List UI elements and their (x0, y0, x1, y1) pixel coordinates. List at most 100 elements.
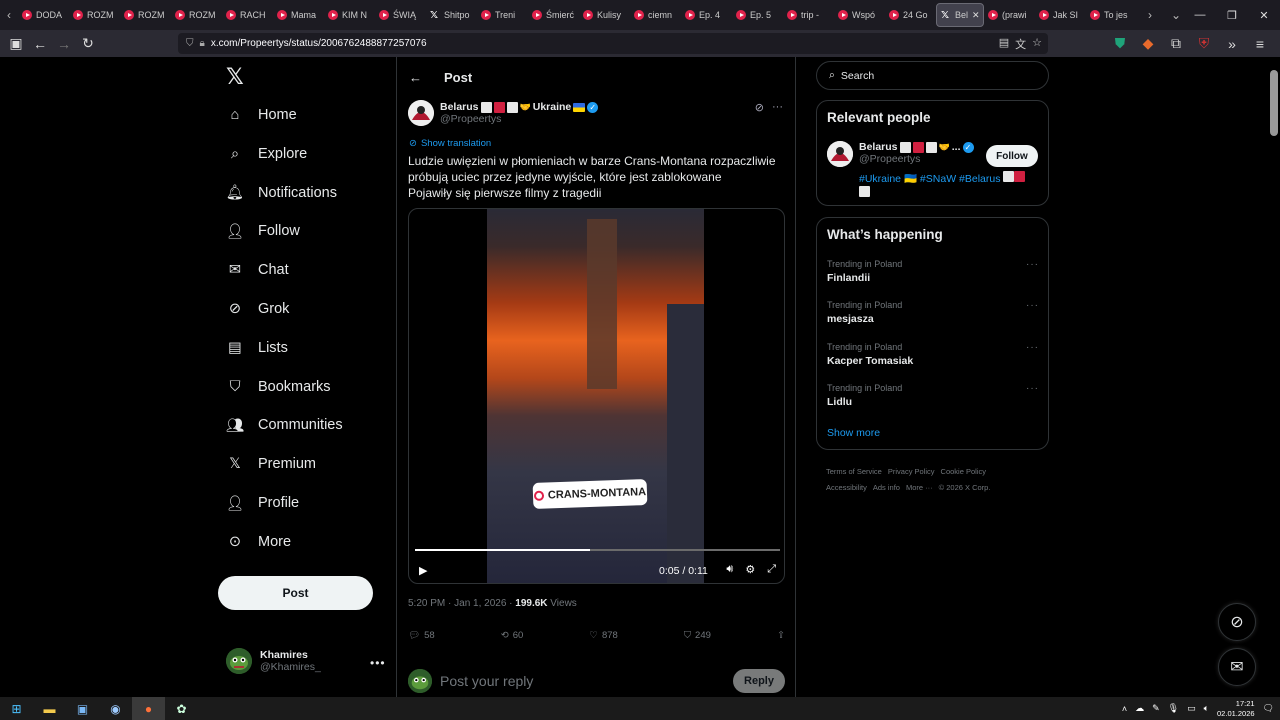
footer-link[interactable]: Cookie Policy (941, 467, 986, 476)
tab-list-chevron-down-icon[interactable]: ⌄ (1167, 0, 1185, 30)
browser-tab[interactable]: Wspó (834, 3, 885, 27)
footer-link[interactable]: Terms of Service (826, 467, 882, 476)
author-handle[interactable]: @Propeertys (440, 113, 598, 125)
fox-extension-icon[interactable]: ◆ (1136, 32, 1160, 56)
scrollbar[interactable] (1268, 57, 1280, 697)
post-button[interactable]: Post (218, 576, 373, 610)
browser-tab[interactable]: Treni (477, 3, 528, 27)
scrollbar-thumb[interactable] (1270, 70, 1278, 136)
shield-icon[interactable]: ⛉ (186, 38, 194, 49)
trend-item[interactable]: Trending in Poland Lidlu ··· (827, 383, 1039, 408)
nav-item-chat[interactable]: ✉ Chat (226, 256, 289, 284)
x-logo-icon[interactable]: 𝕏 (226, 64, 246, 89)
back-icon[interactable]: ← (28, 32, 52, 56)
browser-tab[interactable]: 24 Go (885, 3, 936, 27)
follow-button[interactable]: Follow (986, 145, 1038, 167)
overflow-chevron-icon[interactable]: » (1220, 32, 1244, 56)
windows-start-icon[interactable]: ⊞ (0, 697, 33, 720)
play-icon[interactable]: ▶ (419, 564, 431, 578)
menu-hamburger-icon[interactable]: ≡ (1248, 32, 1272, 56)
relevant-bio-text[interactable]: #Ukraine 🇺🇦 #SNaW #Belarus (859, 173, 1000, 185)
network-icon[interactable]: ▭ (1187, 703, 1196, 714)
ublock-extension-icon[interactable]: ⛨ (1192, 32, 1216, 56)
video-player[interactable]: CRANS-MONTANA ▶ 0:05 / 0:11 🔊︎ ⚙ ⤢ (408, 208, 785, 584)
minimize-icon[interactable]: — (1184, 0, 1216, 30)
extensions-puzzle-icon[interactable]: ⧉ (1164, 32, 1188, 56)
trend-more-icon[interactable]: ··· (1026, 300, 1039, 311)
reload-icon[interactable]: ↻ (76, 32, 100, 56)
computer-icon[interactable]: ▣ (66, 697, 99, 720)
close-window-icon[interactable]: ✕ (1248, 0, 1280, 30)
relevant-person-name[interactable]: Belarus 🤝 ... ✓ (859, 141, 974, 153)
post-timestamp[interactable]: 5:20 PM · Jan 1, 2026 · (408, 598, 515, 609)
reader-view-icon[interactable]: ▤ (999, 36, 1009, 52)
clock[interactable]: 17:21 02.01.2026 (1217, 699, 1255, 719)
author-avatar[interactable] (408, 100, 434, 126)
footer-link[interactable]: © 2026 X Corp. (939, 483, 991, 492)
grok-explain-icon[interactable]: ⊘ (755, 101, 764, 114)
tray-chevron-up-icon[interactable]: ˄ (1122, 704, 1127, 714)
address-bar[interactable]: ⛉ 🔒︎ x.com/Propeertys/status/20067624888… (178, 33, 1048, 54)
steam-icon[interactable]: ◉ (99, 697, 132, 720)
trend-item[interactable]: Trending in Poland mesjasza ··· (827, 300, 1039, 325)
footer-link[interactable]: Ads info (873, 483, 900, 492)
reply-action[interactable]: 💬︎ 58 (408, 630, 435, 641)
microphone-icon[interactable]: 🎙︎ (1168, 703, 1179, 714)
back-arrow-icon[interactable]: ← (409, 70, 422, 85)
volume-icon[interactable]: 🔊︎ (726, 563, 733, 576)
nav-item-profile[interactable]: 👤︎ Profile (226, 489, 299, 517)
trend-more-icon[interactable]: ··· (1026, 383, 1039, 394)
browser-tab[interactable]: Jak SI (1035, 3, 1086, 27)
pen-icon[interactable]: ✎ (1152, 703, 1160, 714)
tab-close-icon[interactable]: ✕ (972, 10, 980, 21)
nav-item-notifications[interactable]: 🔔︎ Notifications (226, 179, 337, 207)
browser-tab[interactable]: Ep. 5 (732, 3, 783, 27)
nav-item-more[interactable]: ⊙ More (226, 528, 291, 556)
trend-item[interactable]: Trending in Poland Kacper Tomasiak ··· (827, 342, 1039, 367)
trend-more-icon[interactable]: ··· (1026, 342, 1039, 353)
avatar[interactable] (827, 141, 853, 167)
browser-tab[interactable]: ROZM (120, 3, 171, 27)
cloud-icon[interactable]: ☁ (1135, 703, 1144, 714)
browser-tab[interactable]: DODA (18, 3, 69, 27)
relevant-person-handle[interactable]: @Propeertys (859, 153, 974, 165)
browser-tab[interactable]: Kulisy (579, 3, 630, 27)
post-more-icon[interactable]: ··· (772, 101, 783, 114)
browser-tab[interactable]: trip - (783, 3, 834, 27)
tabs-scroll-right-icon[interactable]: › (1141, 0, 1159, 30)
trend-more-icon[interactable]: ··· (1026, 259, 1039, 270)
reply-input[interactable]: Post your reply (440, 673, 533, 689)
lock-icon[interactable]: 🔒︎ (200, 38, 205, 49)
nav-item-grok[interactable]: ⊘ Grok (226, 295, 290, 323)
browser-tab[interactable]: ROZM (69, 3, 120, 27)
trend-item[interactable]: Trending in Poland Finlandii ··· (827, 259, 1039, 284)
settings-gear-icon[interactable]: ⚙ (745, 563, 755, 576)
browser-tab[interactable]: Ep. 4 (681, 3, 732, 27)
nav-item-premium[interactable]: 𝕏 Premium (226, 450, 316, 478)
browser-tab[interactable]: (prawi (984, 3, 1035, 27)
nav-item-bookmarks[interactable]: ⛉ Bookmarks (226, 373, 331, 401)
bookmark-action[interactable]: ⛉ 249 (684, 630, 711, 641)
forward-icon[interactable]: → (52, 32, 76, 56)
nav-item-home[interactable]: ⌂ Home (226, 101, 297, 129)
bookmark-star-icon[interactable]: ☆ (1032, 36, 1042, 52)
browser-tab[interactable]: Śmierć (528, 3, 579, 27)
file-explorer-icon[interactable]: ▬ (33, 697, 66, 720)
browser-tab[interactable]: 𝕏 Shitpo (426, 3, 477, 27)
nav-item-explore[interactable]: ⌕ Explore (226, 140, 307, 168)
footer-link[interactable]: More ··· (906, 483, 933, 492)
grok-fab-icon[interactable]: ⊘ (1218, 603, 1256, 641)
video-progress-bar[interactable] (415, 549, 780, 551)
browser-tab[interactable]: RACH (222, 3, 273, 27)
notifications-icon[interactable]: 🗨︎ (1263, 703, 1274, 714)
show-translation-link[interactable]: ⊘ Show translation (409, 138, 491, 149)
nav-item-lists[interactable]: ▤ Lists (226, 334, 288, 362)
translate-icon[interactable]: 文 (1015, 36, 1026, 52)
browser-tab[interactable]: 𝕏 Bel ✕ (936, 3, 984, 27)
tabs-scroll-left-icon[interactable]: ‹ (0, 0, 18, 30)
browser-tab[interactable]: ŚWIĄ (375, 3, 426, 27)
search-input[interactable]: ⌕ Search (816, 61, 1049, 90)
volume-tray-icon[interactable]: 🔈︎ (1204, 703, 1209, 714)
browser-tab[interactable]: To jes (1086, 3, 1137, 27)
messages-fab-icon[interactable]: ✉ (1218, 648, 1256, 686)
